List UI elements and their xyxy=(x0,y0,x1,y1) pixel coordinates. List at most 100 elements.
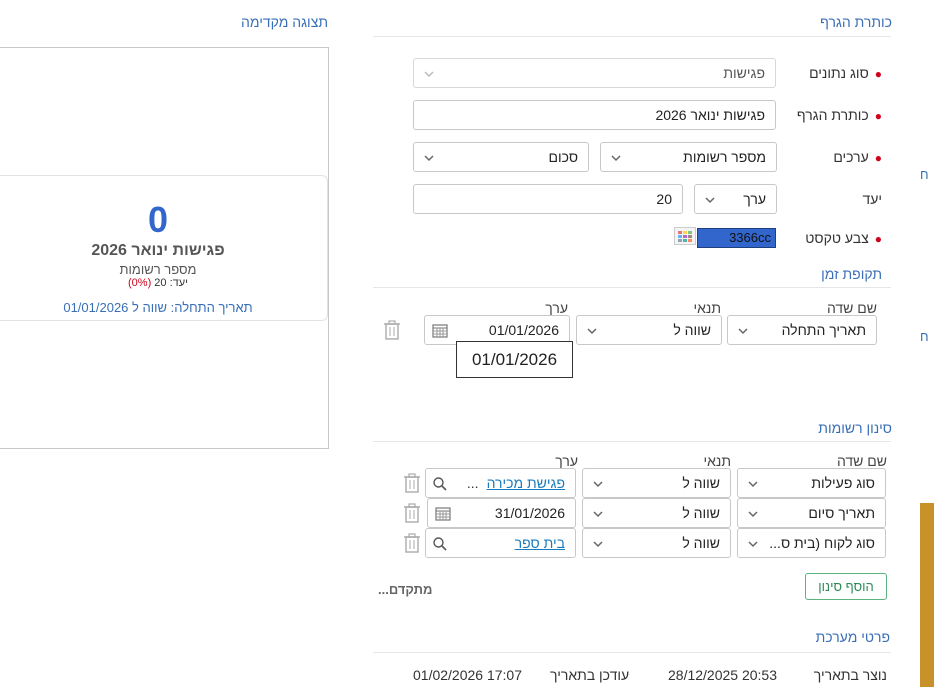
values-agg-select[interactable]: סכום xyxy=(413,142,589,172)
filter-value-lookup[interactable]: בית ספר xyxy=(425,528,576,558)
data-type-label: ●סוג נתונים xyxy=(809,65,882,81)
goal-type-select[interactable]: ערך xyxy=(694,184,777,214)
filter-col-condition: תנאי xyxy=(703,453,731,469)
values-field-value: מספר רשומות xyxy=(683,149,766,165)
record-filter-title: סינון רשומות xyxy=(818,420,892,436)
data-type-value: פגישות xyxy=(723,65,765,81)
time-col-condition: תנאי xyxy=(693,300,721,316)
chevron-down-icon xyxy=(609,151,623,165)
time-value: 01/01/2026 xyxy=(488,322,559,338)
side-panel-edge xyxy=(920,503,934,687)
filter-value-link[interactable]: פגישת מכירה xyxy=(487,475,565,491)
time-field-select[interactable]: תאריך התחלה xyxy=(727,315,877,345)
time-col-field: שם שדה xyxy=(826,300,877,316)
goal-value: 20 xyxy=(656,191,672,207)
time-period-title: תקופת זמן xyxy=(821,266,882,282)
chevron-down-icon xyxy=(736,324,750,338)
filter-value-more: ... xyxy=(466,475,479,491)
chevron-down-icon xyxy=(591,507,605,521)
filter-col-field: שם שדה xyxy=(836,453,887,469)
time-period-divider xyxy=(373,287,891,288)
filter-condition-value: שווה ל xyxy=(682,505,720,521)
time-condition-value: שווה ל xyxy=(673,322,711,338)
filter-field-select[interactable]: סוג לקוח (בית ס... xyxy=(737,528,886,558)
required-marker: ● xyxy=(874,67,882,81)
filter-field-select[interactable]: סוג פעילות xyxy=(737,468,886,498)
filter-field-select[interactable]: תאריך סיום xyxy=(737,498,886,528)
preview-subtitle: מספר רשומות xyxy=(119,262,197,277)
preview-filter-note: תאריך התחלה: שווה ל 01/01/2026 xyxy=(63,300,253,315)
filter-value-link[interactable]: בית ספר xyxy=(515,535,565,551)
chevron-down-icon xyxy=(703,193,717,207)
required-marker: ● xyxy=(874,232,882,246)
filter-value-date-input[interactable]: 31/01/2026 xyxy=(427,498,576,528)
updated-value: 01/02/2026 17:07 xyxy=(413,667,522,683)
required-marker: ● xyxy=(874,109,882,123)
search-icon[interactable] xyxy=(432,476,448,495)
preview-title: תצוגה מקדימה xyxy=(241,14,328,30)
time-field-value: תאריך התחלה xyxy=(781,322,866,338)
created-label: נוצר בתאריך xyxy=(813,667,887,683)
time-condition-select[interactable]: שווה ל xyxy=(576,315,722,345)
trash-icon[interactable] xyxy=(383,320,401,340)
filter-condition-select[interactable]: שווה ל xyxy=(582,528,731,558)
chart-section-title: כותרת הגרף xyxy=(820,14,892,30)
chart-title-label: ●כותרת הגרף xyxy=(796,107,882,123)
preview-value: 0 xyxy=(147,199,169,240)
goal-label: יעד xyxy=(862,191,882,207)
preview-goal-pct: (0%) xyxy=(127,277,152,289)
trash-icon[interactable] xyxy=(403,503,421,523)
filter-condition-select[interactable]: שווה ל xyxy=(582,498,731,528)
preview-chart-title: פגישות ינואר 2026 xyxy=(91,242,225,259)
chevron-down-icon xyxy=(591,477,605,491)
chevron-down-icon xyxy=(746,507,760,521)
data-type-select[interactable]: פגישות xyxy=(413,58,776,88)
updated-label: עודכן בתאריך xyxy=(550,667,630,683)
color-input[interactable]: 3366cc xyxy=(697,228,776,248)
chart-title-input[interactable]: פגישות ינואר 2026 xyxy=(413,100,776,130)
goal-value-input[interactable]: 20 xyxy=(413,184,683,214)
preview-goal: יעד: 20 (0%) xyxy=(0,277,327,289)
chevron-down-icon xyxy=(746,537,760,551)
preview-card: 0 פגישות ינואר 2026 מספר רשומות יעד: 20 … xyxy=(0,175,328,321)
calendar-icon[interactable] xyxy=(435,506,451,524)
add-filter-button[interactable]: הוסף סינון xyxy=(805,573,887,600)
color-picker-icon[interactable] xyxy=(674,227,696,245)
chevron-down-icon xyxy=(591,537,605,551)
system-details-title: פרטי מערכת xyxy=(815,629,890,645)
trash-icon[interactable] xyxy=(403,473,421,493)
system-details-divider xyxy=(373,652,891,653)
required-marker: ● xyxy=(874,151,882,165)
color-value: 3366cc xyxy=(729,230,771,245)
filter-value: 31/01/2026 xyxy=(494,505,565,521)
filter-field-value: תאריך סיום xyxy=(808,505,875,521)
filter-condition-value: שווה ל xyxy=(682,535,720,551)
values-agg-value: סכום xyxy=(548,149,578,165)
advanced-link[interactable]: מתקדם... xyxy=(378,582,432,597)
chart-title-value: פגישות ינואר 2026 xyxy=(655,107,765,123)
date-tooltip: 01/01/2026 xyxy=(456,341,573,378)
text-color-label: ●צבע טקסט xyxy=(805,230,882,246)
chevron-down-icon xyxy=(422,151,436,165)
chevron-down-icon xyxy=(585,324,599,338)
trash-icon[interactable] xyxy=(403,533,421,553)
filter-condition-select[interactable]: שווה ל xyxy=(582,468,731,498)
filter-value-lookup[interactable]: פגישת מכירה ... xyxy=(425,468,576,498)
values-label: ●ערכים xyxy=(833,149,882,165)
edge-letter: ח xyxy=(920,167,929,182)
goal-type-value: ערך xyxy=(743,191,766,207)
edge-letter: ח xyxy=(920,329,929,344)
chevron-down-icon xyxy=(422,67,436,81)
chart-section-divider xyxy=(373,36,891,37)
filter-field-value: סוג לקוח (בית ס... xyxy=(769,535,875,551)
values-field-select[interactable]: מספר רשומות xyxy=(600,142,777,172)
created-value: 28/12/2025 20:53 xyxy=(668,667,777,683)
record-filter-divider xyxy=(373,441,891,442)
chevron-down-icon xyxy=(746,477,760,491)
preview-goal-label: יעד: 20 xyxy=(154,277,189,289)
filter-field-value: סוג פעילות xyxy=(811,475,875,491)
calendar-icon[interactable] xyxy=(432,323,448,341)
search-icon[interactable] xyxy=(432,536,448,555)
time-col-value: ערך xyxy=(545,300,568,316)
filter-col-value: ערך xyxy=(555,453,578,469)
